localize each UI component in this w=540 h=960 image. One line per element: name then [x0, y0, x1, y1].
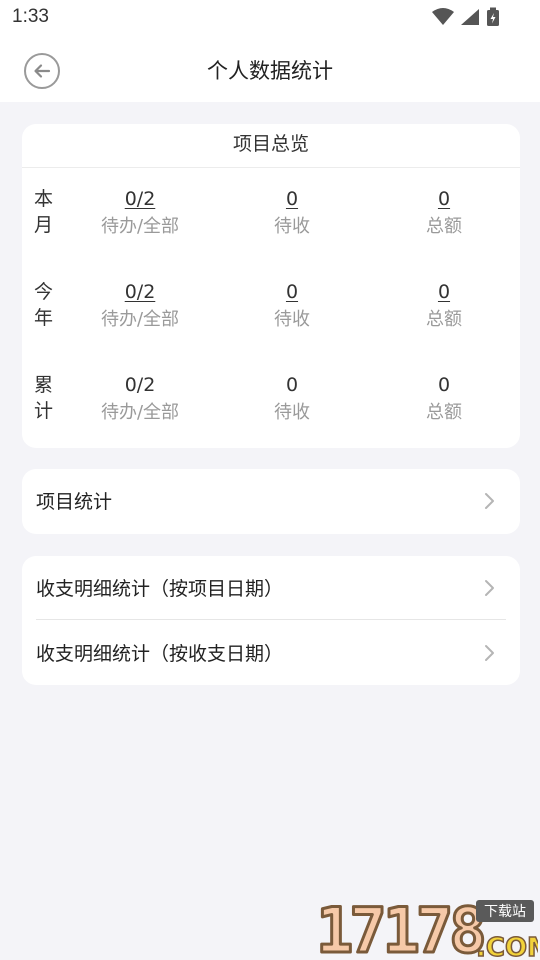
project-stats-card: 项目统计 [22, 469, 520, 534]
total-amount-value[interactable]: 0 [379, 279, 509, 305]
todo-total-value: 0/2 [124, 374, 156, 396]
watermark-logo: 17178 下载站 .COM [316, 896, 538, 960]
total-amount-caption: 总额 [426, 216, 462, 237]
wifi-icon [432, 8, 454, 25]
row-label: 今年 [34, 281, 54, 329]
todo-total-cell: 0/2 待办/全部 [75, 372, 205, 428]
svg-text:17178: 17178 [316, 896, 483, 960]
total-amount-caption: 总额 [426, 402, 462, 423]
detail-by-payment-date-label: 收支明细统计（按收支日期） [36, 643, 284, 665]
project-stats-item[interactable]: 项目统计 [22, 469, 520, 533]
total-amount-cell[interactable]: 0 总额 [379, 186, 509, 242]
svg-text:.COM: .COM [476, 933, 538, 960]
receivable-caption: 待收 [274, 402, 310, 423]
total-amount-value: 0 [437, 374, 451, 396]
overview-row-this-month: 本月 0/2 待办/全部 0 待收 0 总额 [22, 186, 520, 250]
row-label: 本月 [34, 188, 54, 236]
detail-by-project-date-label: 收支明细统计（按项目日期） [36, 578, 284, 600]
receivable-value: 0 [285, 374, 299, 396]
chevron-right-icon [485, 645, 494, 661]
todo-total-value[interactable]: 0/2 [75, 186, 205, 212]
receivable-cell[interactable]: 0 待收 [227, 186, 357, 242]
detail-by-project-date-item[interactable]: 收支明细统计（按项目日期） [22, 556, 520, 620]
status-icons [432, 7, 500, 27]
receivable-value[interactable]: 0 [227, 186, 357, 212]
detail-stats-card: 收支明细统计（按项目日期） 收支明细统计（按收支日期） [22, 556, 520, 685]
status-bar: 1:33 [0, 0, 540, 36]
overview-row-cumulative: 累计 0/2 待办/全部 0 待收 0 总额 [22, 372, 520, 436]
overview-card: 项目总览 本月 0/2 待办/全部 0 待收 0 总额 今年 0/2 待办/全部… [22, 124, 520, 448]
total-amount-caption: 总额 [426, 309, 462, 330]
row-label: 累计 [34, 374, 54, 422]
todo-total-cell[interactable]: 0/2 待办/全部 [75, 186, 205, 242]
svg-text:下载站: 下载站 [484, 904, 526, 920]
todo-total-caption: 待办/全部 [100, 402, 180, 423]
todo-total-value[interactable]: 0/2 [75, 279, 205, 305]
cellular-signal-icon [461, 9, 479, 25]
overview-row-this-year: 今年 0/2 待办/全部 0 待收 0 总额 [22, 279, 520, 343]
project-stats-label: 项目统计 [36, 491, 113, 513]
chevron-right-icon [485, 580, 494, 596]
total-amount-cell[interactable]: 0 总额 [379, 279, 509, 335]
todo-total-cell[interactable]: 0/2 待办/全部 [75, 279, 205, 335]
chevron-right-icon [485, 493, 494, 509]
todo-total-caption: 待办/全部 [100, 309, 180, 330]
page-title: 个人数据统计 [207, 59, 333, 83]
receivable-cell[interactable]: 0 待收 [227, 279, 357, 335]
app-bar: 个人数据统计 [0, 36, 540, 102]
receivable-value[interactable]: 0 [227, 279, 357, 305]
divider [36, 619, 506, 620]
detail-by-payment-date-item[interactable]: 收支明细统计（按收支日期） [22, 621, 520, 685]
todo-total-caption: 待办/全部 [100, 216, 180, 237]
receivable-cell: 0 待收 [227, 372, 357, 428]
status-time: 1:33 [12, 6, 49, 27]
receivable-caption: 待收 [274, 216, 310, 237]
total-amount-value[interactable]: 0 [379, 186, 509, 212]
battery-icon [487, 7, 499, 26]
receivable-caption: 待收 [274, 309, 310, 330]
total-amount-cell: 0 总额 [379, 372, 509, 428]
overview-title: 项目总览 [22, 124, 520, 168]
